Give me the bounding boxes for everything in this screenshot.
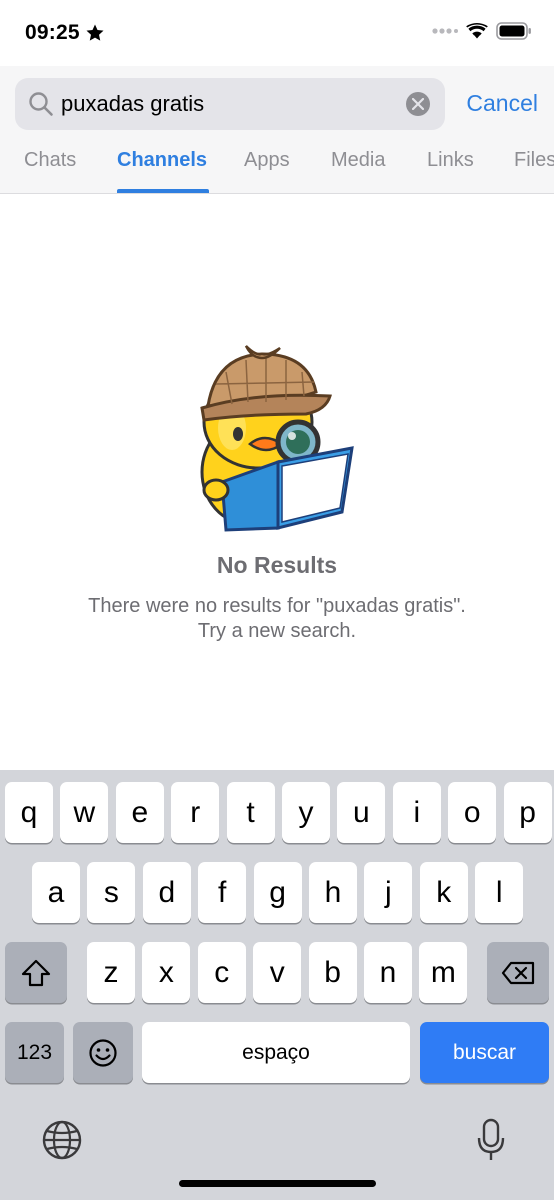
shift-icon <box>21 959 51 986</box>
key-f[interactable]: f <box>198 862 247 923</box>
empty-state: No Results There were no results for "pu… <box>0 194 554 770</box>
search-screen: 09:25 puxadas gratis Cancel Chats Channe… <box>0 0 554 1200</box>
key-v[interactable]: v <box>253 942 302 1003</box>
key-b[interactable]: b <box>308 942 357 1003</box>
signal-dots-icon <box>432 28 458 34</box>
key-m[interactable]: m <box>419 942 468 1003</box>
key-z[interactable]: z <box>87 942 135 1003</box>
wifi-icon <box>466 23 488 39</box>
status-time: 09:25 <box>25 21 80 44</box>
tab-channels[interactable]: Channels <box>117 149 207 172</box>
emoji-icon <box>89 1038 117 1067</box>
key-l[interactable]: l <box>475 862 524 923</box>
microphone-icon[interactable] <box>476 1118 506 1162</box>
status-icons <box>432 22 532 40</box>
no-results-title: No Results <box>216 552 338 578</box>
key-x[interactable]: x <box>142 942 191 1003</box>
key-s[interactable]: s <box>87 862 136 923</box>
key-h[interactable]: h <box>309 862 357 923</box>
clear-search-button[interactable] <box>406 92 430 116</box>
key-r[interactable]: r <box>171 782 220 843</box>
key-q[interactable]: q <box>5 782 53 843</box>
key-g[interactable]: g <box>253 862 302 923</box>
key-e[interactable]: e <box>115 782 164 843</box>
key-n[interactable]: n <box>364 942 412 1003</box>
search-icon <box>29 92 53 116</box>
on-screen-keyboard: qwertyuiop asdfghjkl zxcvbnm 123 espaço … <box>0 770 554 1200</box>
numbers-key[interactable]: 123 <box>5 1022 64 1083</box>
star-icon <box>86 24 104 41</box>
backspace-icon <box>501 961 535 984</box>
key-y[interactable]: y <box>282 782 330 843</box>
space-key[interactable]: espaço <box>142 1022 410 1083</box>
tab-links[interactable]: Links <box>427 149 474 172</box>
active-tab-indicator <box>117 189 209 193</box>
key-d[interactable]: d <box>142 862 191 923</box>
clear-icon <box>412 98 424 110</box>
shift-key[interactable] <box>5 942 67 1003</box>
tab-chats[interactable]: Chats <box>24 149 76 172</box>
search-tabs: Chats Channels Apps Media Links Files <box>0 144 554 194</box>
duck-detective-sticker <box>200 345 354 532</box>
search-header: puxadas gratis Cancel Chats Channels App… <box>0 66 554 194</box>
key-t[interactable]: t <box>226 782 275 843</box>
backspace-key[interactable] <box>487 942 549 1003</box>
key-j[interactable]: j <box>364 862 413 923</box>
tab-files[interactable]: Files <box>514 149 554 172</box>
battery-icon <box>496 22 531 40</box>
search-input[interactable]: puxadas gratis <box>61 91 204 117</box>
no-results-line-2: Try a new search. <box>197 620 357 642</box>
key-o[interactable]: o <box>448 782 497 843</box>
no-results-line-1: There were no results for "puxadas grati… <box>88 595 466 617</box>
globe-icon[interactable] <box>40 1118 84 1162</box>
no-results-message: There were no results for "puxadas grati… <box>0 594 554 644</box>
home-indicator <box>179 1180 376 1187</box>
search-bar[interactable]: puxadas gratis <box>15 78 445 130</box>
status-bar: 09:25 <box>0 0 554 66</box>
emoji-key[interactable] <box>73 1022 133 1083</box>
search-return-key[interactable]: buscar <box>420 1022 549 1083</box>
key-k[interactable]: k <box>419 862 468 923</box>
key-a[interactable]: a <box>32 862 80 923</box>
key-c[interactable]: c <box>197 942 246 1003</box>
key-i[interactable]: i <box>392 782 441 843</box>
status-time-group: 09:25 <box>25 21 105 45</box>
key-w[interactable]: w <box>60 782 109 843</box>
tab-media[interactable]: Media <box>331 149 385 172</box>
key-u[interactable]: u <box>337 782 386 843</box>
tab-apps[interactable]: Apps <box>244 149 290 172</box>
cancel-button[interactable]: Cancel <box>466 90 538 117</box>
key-p[interactable]: p <box>503 782 552 843</box>
